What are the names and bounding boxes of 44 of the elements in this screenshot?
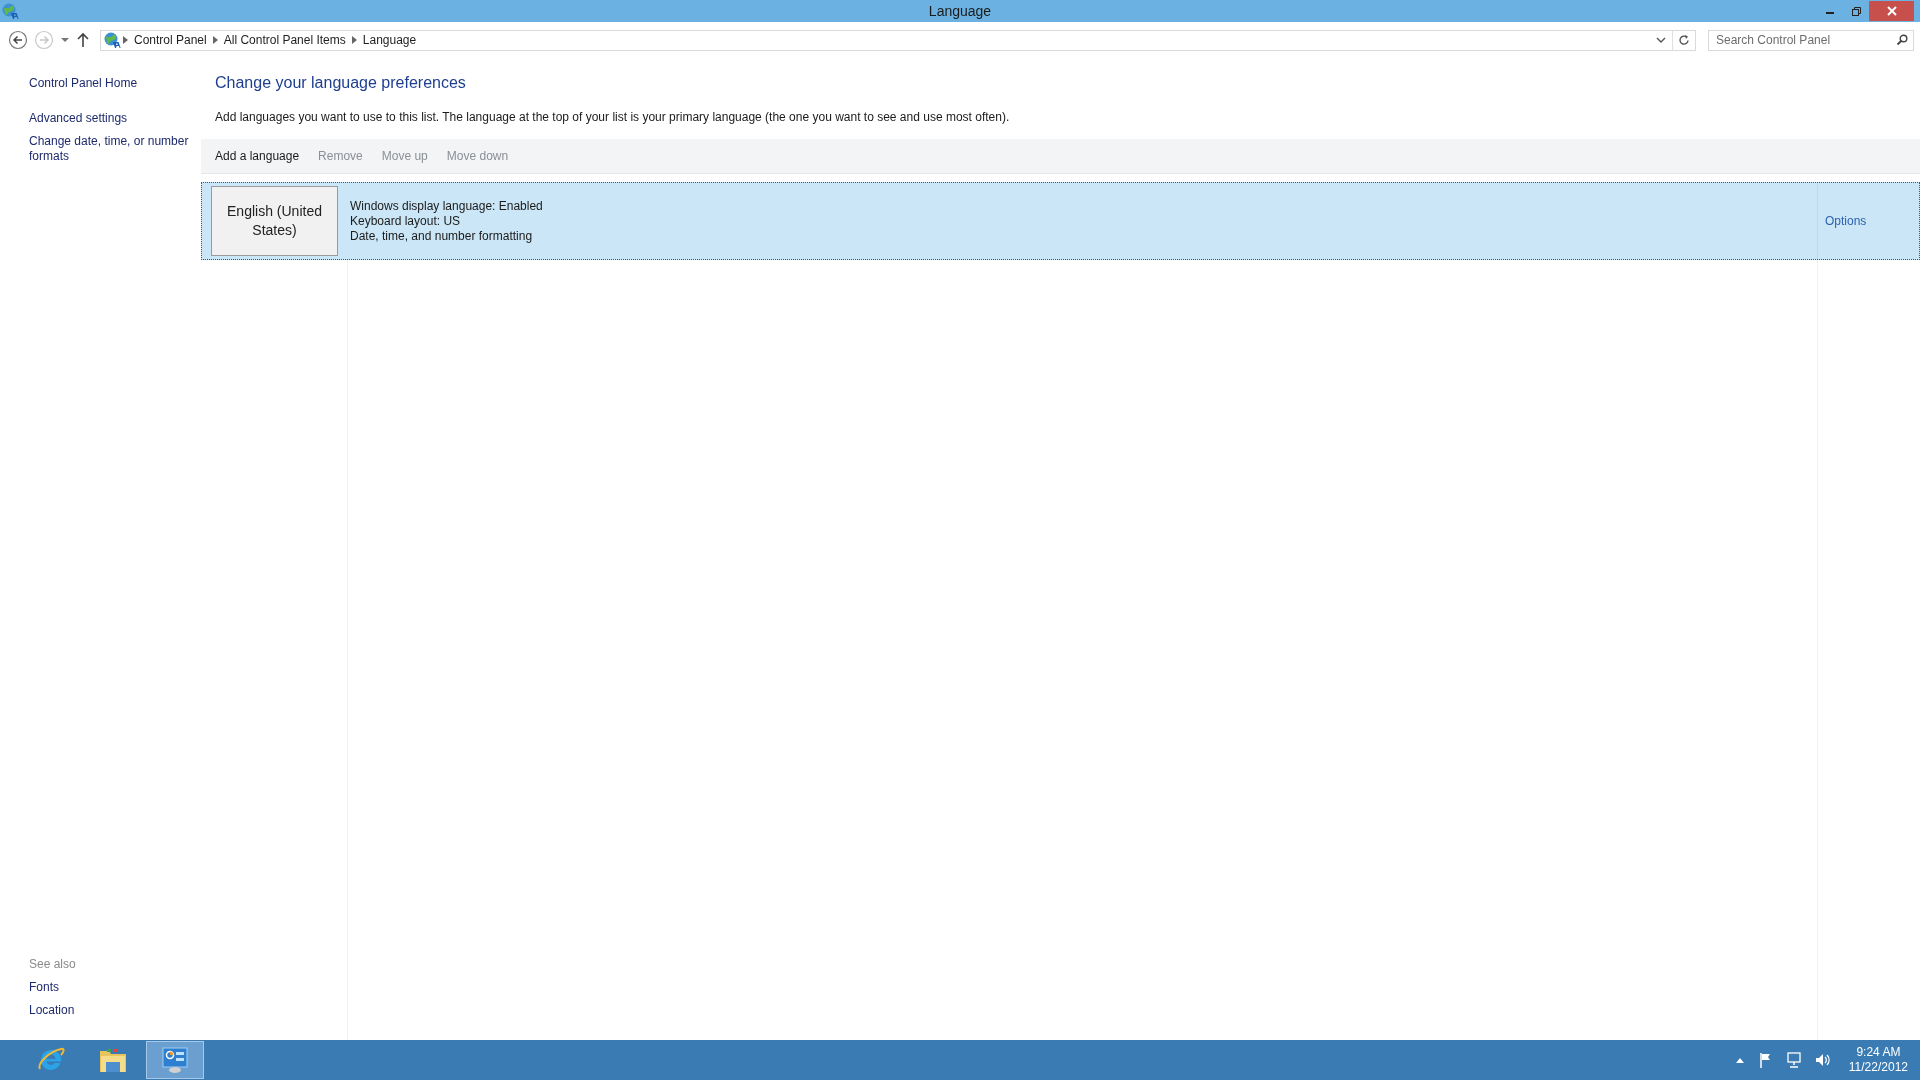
control-panel-icon [160,1046,190,1074]
see-also-link[interactable]: Fonts [29,980,59,995]
description-text: Add languages you want to use to this list. The language at the top of your list is your primary language (the one you want to see and use most often). [215,110,1010,124]
back-button[interactable] [8,30,28,50]
options-link[interactable]: Options [1825,213,1867,229]
breadcrumb-item[interactable]: Control Panel [130,33,211,47]
language-row[interactable]: English (United States) Windows display language: Enabled Keyboard layout: US Date, time, and number formatting Options [201,182,1920,260]
globe-icon [103,31,121,49]
see-also-link[interactable]: Location [29,1003,75,1018]
breadcrumb-item[interactable]: All Control Panel Items [219,33,350,47]
chevron-icon [123,36,128,44]
close-button[interactable] [1869,1,1914,21]
search-icon [1896,33,1908,46]
language-detail: Date, time, and number formatting [350,228,533,244]
folder-icon [98,1046,128,1074]
see-also-heading: See also [29,957,76,971]
up-button[interactable] [76,32,90,48]
address-bar[interactable]: Control Panel All Control Panel Items Language [100,29,1696,51]
sidebar-link[interactable]: Change date, time, or number formats [29,134,194,164]
show-hidden-icons-button[interactable] [1734,1056,1745,1064]
chevron-down-icon [1656,36,1666,44]
page-heading: Change your language preferences [215,74,466,92]
recent-pages-caret-icon[interactable] [60,35,70,45]
volume-icon[interactable] [1814,1052,1831,1068]
search-field[interactable]: Search Control Panel [1708,29,1914,51]
chevron-icon [351,36,357,44]
chevron-icon [212,36,218,44]
globe-icon [1,2,19,20]
breadcrumb-item[interactable]: Language [358,33,421,47]
language-tile[interactable]: English (United States) [211,186,338,256]
close-icon [1885,5,1898,17]
sidebar-link[interactable]: Advanced settings [29,111,128,126]
language-detail: Keyboard layout: US [350,213,461,229]
restore-icon [1850,5,1862,17]
flag-icon[interactable] [1758,1052,1773,1068]
language-list[interactable]: English (United States) Windows display language: Enabled Keyboard layout: US Date, time, and number formatting Options [201,182,1920,1040]
sidebar-link[interactable]: Control Panel Home [29,76,138,91]
window-title: Language [928,3,992,19]
language-detail: Windows display language: Enabled [350,198,543,214]
clock[interactable]: 9:24 AM 11/22/2012 [1848,1045,1908,1075]
taskbar-app-button[interactable] [146,1041,204,1079]
toolbar-button[interactable]: Add a language [215,149,300,163]
refresh-icon [1678,34,1690,46]
network-icon[interactable] [1786,1052,1801,1068]
